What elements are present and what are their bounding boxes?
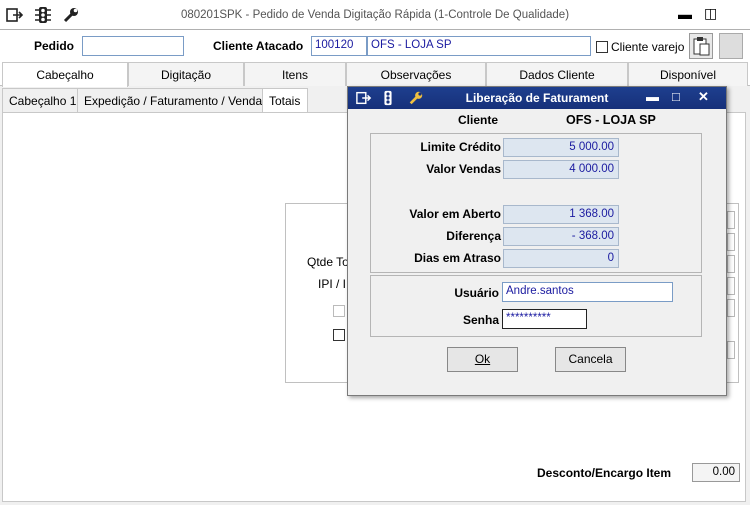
dialog-cliente-label: Cliente bbox=[458, 113, 499, 127]
cliente-code-input[interactable]: 100120 bbox=[311, 36, 367, 56]
disabled-checkbox[interactable] bbox=[333, 305, 345, 317]
tab-dados-cliente[interactable]: Dados Cliente bbox=[486, 62, 628, 86]
tab-itens[interactable]: Itens bbox=[244, 62, 346, 86]
dialog-minimize-icon[interactable]: ▬ bbox=[646, 89, 659, 104]
main-tabs: Cabeçalho Digitação Itens Observações Da… bbox=[0, 62, 750, 87]
header-bar: Pedido Cliente Atacado 100120 OFS - LOJA… bbox=[0, 30, 750, 62]
senha-label: Senha bbox=[462, 313, 499, 327]
checkbox[interactable] bbox=[333, 329, 345, 341]
total-field-2[interactable] bbox=[727, 233, 735, 251]
desconto-label: Desconto/Encargo Item bbox=[537, 466, 672, 480]
cliente-varejo-checkbox[interactable] bbox=[596, 41, 608, 53]
total-field-6[interactable] bbox=[727, 341, 735, 359]
restore-icon[interactable]: ◫ bbox=[704, 5, 717, 22]
title-bar: 080201SPK - Pedido de Venda Digitação Rá… bbox=[0, 0, 750, 30]
tab-cabecalho[interactable]: Cabeçalho bbox=[2, 62, 128, 87]
cliente-varejo-label: Cliente varejo bbox=[611, 40, 685, 54]
pedido-input[interactable] bbox=[82, 36, 184, 56]
dialog-cliente-value: OFS - LOJA SP bbox=[566, 113, 656, 127]
subtab-totais[interactable]: Totais bbox=[262, 88, 308, 114]
atraso-label: Dias em Atraso bbox=[414, 251, 501, 265]
clipboard-button[interactable] bbox=[689, 33, 713, 59]
qtde-label: Qtde To bbox=[307, 255, 349, 269]
cancela-label: Cancela bbox=[568, 352, 613, 366]
senha-input[interactable]: ********** bbox=[502, 309, 587, 329]
cliente-atacado-label: Cliente Atacado bbox=[213, 39, 304, 53]
dialog-title: Liberação de Faturament bbox=[465, 91, 609, 105]
tab-disponivel[interactable]: Disponível bbox=[628, 62, 748, 86]
tab-observacoes[interactable]: Observações bbox=[346, 62, 486, 86]
window-title: 080201SPK - Pedido de Venda Digitação Rá… bbox=[180, 9, 570, 21]
ok-button[interactable]: Ok bbox=[447, 347, 518, 372]
cancela-button[interactable]: Cancela bbox=[555, 347, 626, 372]
dialog-title-bar: Liberação de Faturament ▬ □ ✕ bbox=[348, 87, 726, 109]
gray-button[interactable] bbox=[719, 33, 743, 59]
subtab-expedicao[interactable]: Expedição / Faturamento / Vendas bbox=[77, 88, 276, 112]
diferenca-label: Diferença bbox=[446, 229, 501, 243]
vendas-value: 4 000.00 bbox=[503, 160, 619, 179]
values-panel: Limite Crédito 5 000.00 Valor Vendas 4 0… bbox=[370, 133, 702, 273]
liberacao-dialog: Liberação de Faturament ▬ □ ✕ Cliente OF… bbox=[347, 86, 727, 396]
limite-value: 5 000.00 bbox=[503, 138, 619, 157]
pedido-label: Pedido bbox=[34, 39, 75, 53]
ok-label: Ok bbox=[474, 352, 491, 366]
total-field-4[interactable] bbox=[727, 277, 735, 295]
usuario-input[interactable]: Andre.santos bbox=[502, 282, 673, 302]
ipi-label: IPI / I bbox=[318, 277, 347, 291]
aberto-value: 1 368.00 bbox=[503, 205, 619, 224]
aberto-label: Valor em Aberto bbox=[409, 207, 501, 221]
cliente-name-input[interactable]: OFS - LOJA SP bbox=[367, 36, 591, 56]
dialog-maximize-icon[interactable]: □ bbox=[672, 89, 680, 104]
desconto-field: 0.00 bbox=[692, 463, 740, 482]
diferenca-value: - 368.00 bbox=[503, 227, 619, 246]
total-field-3[interactable] bbox=[727, 255, 735, 273]
dialog-close-icon[interactable]: ✕ bbox=[698, 89, 709, 105]
total-field-1[interactable] bbox=[727, 211, 735, 229]
total-field-5[interactable] bbox=[727, 299, 735, 317]
clipboard-icon bbox=[693, 37, 710, 56]
credentials-panel: Usuário Andre.santos Senha ********** bbox=[370, 275, 702, 337]
usuario-label: Usuário bbox=[454, 286, 499, 300]
tab-digitacao[interactable]: Digitação bbox=[128, 62, 244, 86]
limite-label: Limite Crédito bbox=[420, 140, 501, 154]
subtab-cabecalho-1[interactable]: Cabeçalho 1 bbox=[2, 88, 84, 112]
vendas-label: Valor Vendas bbox=[426, 162, 501, 176]
minimize-icon[interactable]: ▬ bbox=[678, 6, 692, 22]
atraso-value: 0 bbox=[503, 249, 619, 268]
